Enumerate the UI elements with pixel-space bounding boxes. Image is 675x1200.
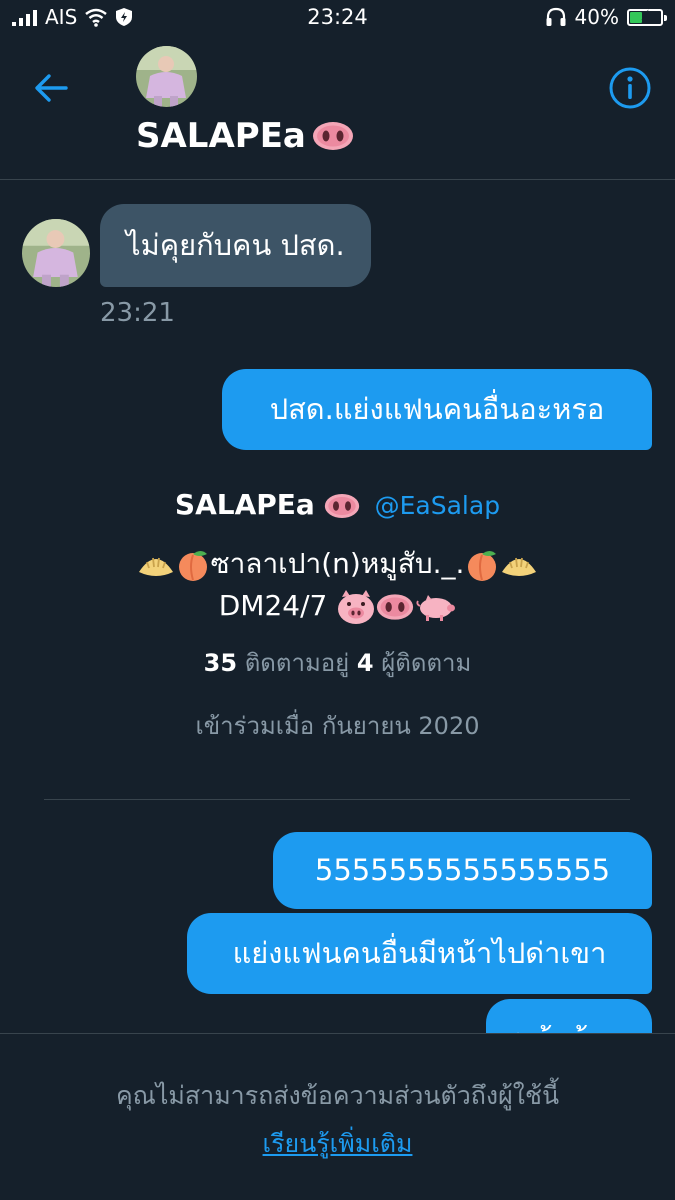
arrow-left-icon (35, 74, 68, 102)
conversation-header: SALAPEa (0, 36, 675, 180)
bio-line-1: ซาลาเปา(n)หมูสับ._. (0, 543, 675, 585)
dm-restricted-footer: คุณไม่สามารถส่งข้อความส่วนตัวถึงผู้ใช้นี… (0, 1033, 675, 1200)
profile-name-row: SALAPEa @EaSalap (0, 488, 675, 521)
message-bubble-incoming[interactable]: ไม่คุยกับคน ปสด. (100, 204, 371, 287)
message-list[interactable]: ไม่คุยกับคน ปสด. 23:21 ปสด.แย่งแฟนคนอื่น… (0, 181, 675, 1033)
charging-bolt-icon: ⚡ (640, 7, 650, 24)
header-avatar[interactable] (136, 46, 197, 107)
profile-name: SALAPEa (174, 488, 315, 521)
following-label: ติดตามอยู่ (244, 649, 350, 677)
bio-text-1: ซาลาเปา(n)หมูสับ._. (210, 547, 465, 580)
message-text: แย่งแฟนคนอื่นมีหน้าไปด่าเขา (232, 936, 607, 970)
avatar-image (22, 219, 90, 287)
sender-avatar[interactable] (22, 219, 90, 287)
bio-text-2: DM24/7 (218, 589, 328, 622)
message-bubble-outgoing[interactable]: แย่งแฟนคนอื่นมีหน้าไปด่าเขา (187, 913, 652, 994)
peach-icon (178, 551, 207, 581)
pig-nose-icon (312, 122, 353, 150)
pig-nose-icon (377, 594, 414, 620)
message-text: 5555555555555555 (314, 853, 611, 887)
back-button[interactable] (30, 66, 74, 110)
message-text: ปสด.แย่งแฟนคนอื่นอะหรอ (269, 392, 605, 426)
display-name-text: SALAPEa (136, 116, 306, 156)
profile-handle[interactable]: @EaSalap (375, 491, 500, 520)
learn-more-link[interactable]: เรียนรู้เพิ่มเติม (0, 1124, 675, 1164)
followers-label: ผู้ติดตาม (381, 649, 472, 677)
info-circle-icon (609, 67, 651, 109)
avatar-image (136, 46, 197, 107)
profile-bio: ซาลาเปา(n)หมูสับ._. DM24/7 (0, 543, 675, 627)
status-right: 40% ⚡ (545, 5, 667, 29)
cannot-message-notice: คุณไม่สามารถส่งข้อความส่วนตัวถึงผู้ใช้นี… (115, 1081, 560, 1110)
profile-stats: 35 ติดตามอยู่ 4 ผู้ติดตาม (0, 643, 675, 682)
pig-face-icon (338, 590, 375, 624)
followers-count: 4 (356, 649, 374, 677)
section-divider (44, 799, 630, 800)
message-bubble-outgoing[interactable]: 5555555555555555 (273, 832, 652, 909)
message-text: ไม่คุยกับคน ปสด. (126, 228, 345, 262)
battery-percent: 40% (574, 5, 619, 29)
pig-icon (416, 595, 456, 621)
message-text: หน้าด้าน (514, 1025, 624, 1034)
status-bar: AIS 23:24 40% ⚡ (0, 0, 675, 36)
dumpling-icon (138, 557, 173, 576)
message-timestamp: 23:21 (100, 298, 175, 328)
pig-nose-icon (324, 494, 359, 518)
headphones-icon (546, 7, 566, 26)
message-bubble-outgoing[interactable]: หน้าด้าน (486, 999, 652, 1033)
battery-icon: ⚡ (627, 7, 667, 26)
bio-line-2: DM24/7 (0, 585, 675, 627)
info-button[interactable] (608, 66, 652, 110)
message-bubble-outgoing[interactable]: ปสด.แย่งแฟนคนอื่นอะหรอ (222, 369, 652, 450)
following-count: 35 (203, 649, 238, 677)
header-display-name[interactable]: SALAPEa (136, 116, 354, 156)
dumpling-icon (502, 557, 537, 576)
dm-screen: AIS 23:24 40% ⚡ SALAPEa ไม่คุยกับคน ปสด.… (0, 0, 675, 1200)
shared-profile-card[interactable]: SALAPEa @EaSalap ซาลาเปา(n)หมูสับ._. DM2… (0, 488, 675, 745)
profile-joined-date: เข้าร่วมเมื่อ กันยายน 2020 (195, 712, 480, 740)
peach-icon (468, 551, 497, 581)
